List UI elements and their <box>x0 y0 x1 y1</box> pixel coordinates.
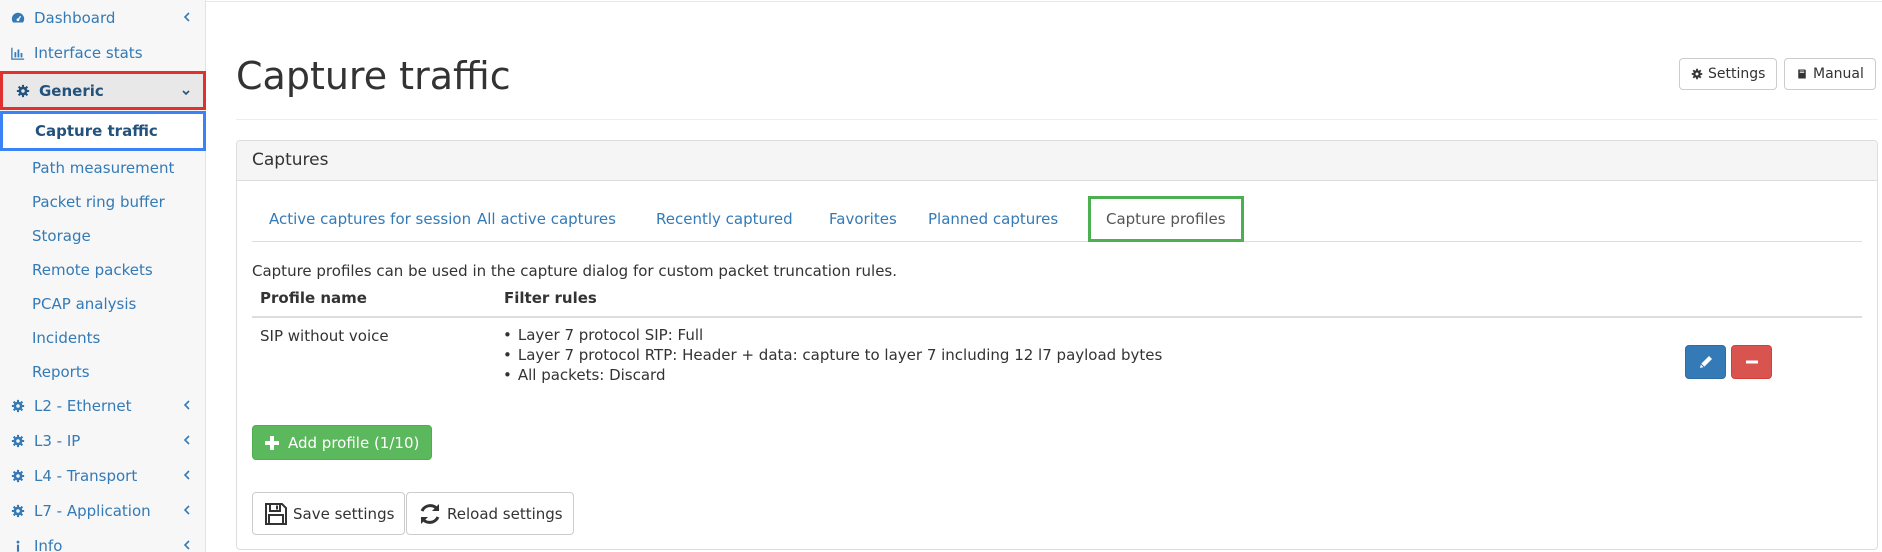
sidebar-item-info[interactable]: Info <box>0 528 206 552</box>
add-profile-label: Add profile (1/10) <box>288 433 420 452</box>
sidebar-subitem-label: Packet ring buffer <box>32 193 165 211</box>
tab-label: Favorites <box>829 209 897 228</box>
manual-button-label: Manual <box>1813 66 1864 82</box>
title-divider <box>236 119 1878 120</box>
sidebar-item-l2-ethernet[interactable]: L2 - Ethernet <box>0 388 206 423</box>
sidebar-item-dashboard[interactable]: Dashboard <box>0 0 206 35</box>
chevron-left-icon <box>183 435 190 445</box>
sidebar-subitem-label: Storage <box>32 227 91 245</box>
sidebar-item-label: Interface stats <box>34 43 143 62</box>
tab-label: Active captures for session <box>269 209 472 228</box>
settings-button-label: Settings <box>1708 66 1766 82</box>
sidebar-item-generic[interactable]: Generic <box>0 71 206 110</box>
sidebar-subitem-label: Capture traffic <box>35 122 158 140</box>
delete-profile-button[interactable] <box>1731 345 1772 379</box>
sidebar-subitem-pcap-analysis[interactable]: PCAP analysis <box>0 287 206 321</box>
tab-capture-profiles[interactable]: Capture profiles <box>1088 196 1244 242</box>
sidebar-item-label: L3 - IP <box>34 431 81 450</box>
book-icon <box>1798 69 1806 79</box>
capture-profiles-description: Capture profiles can be used in the capt… <box>252 262 898 280</box>
page-title: Capture traffic <box>236 54 511 98</box>
minus-icon <box>1745 360 1758 364</box>
gear-icon <box>10 398 26 414</box>
sidebar-item-label: Info <box>34 536 63 552</box>
edit-profile-button[interactable] <box>1685 345 1726 379</box>
chevron-left-icon <box>183 505 190 515</box>
sidebar-item-l7-application[interactable]: L7 - Application <box>0 493 206 528</box>
sidebar-item-l3-ip[interactable]: L3 - IP <box>0 423 206 458</box>
captures-panel: Captures Active captures for session All… <box>236 140 1878 550</box>
sidebar-item-label: L7 - Application <box>34 501 151 520</box>
bar-chart-icon <box>10 45 26 61</box>
sidebar-item-label: L4 - Transport <box>34 466 138 485</box>
reload-settings-button[interactable]: Reload settings <box>406 492 574 535</box>
sidebar-subitem-storage[interactable]: Storage <box>0 219 206 253</box>
settings-button[interactable]: Settings <box>1679 58 1778 90</box>
filter-rule: All packets: Discard <box>503 365 1162 385</box>
sidebar-subitem-reports[interactable]: Reports <box>0 355 206 389</box>
gear-icon <box>15 83 31 99</box>
filter-rule: Layer 7 protocol RTP: Header + data: cap… <box>503 345 1162 365</box>
filter-rules-list: Layer 7 protocol SIP: Full Layer 7 proto… <box>503 325 1162 385</box>
top-divider <box>206 1 1882 2</box>
filter-rule: Layer 7 protocol SIP: Full <box>503 325 1162 345</box>
manual-button[interactable]: Manual <box>1784 58 1876 90</box>
sidebar-subitem-incidents[interactable]: Incidents <box>0 321 206 355</box>
chevron-left-icon <box>183 12 190 22</box>
floppy-disk-icon <box>265 502 287 525</box>
sidebar-item-label: Generic <box>39 81 104 100</box>
save-settings-button[interactable]: Save settings <box>252 492 406 535</box>
sidebar-subitem-capture-traffic[interactable]: Capture traffic <box>0 111 206 151</box>
column-header-filter-rules: Filter rules <box>504 289 597 307</box>
sidebar-subitem-label: Path measurement <box>32 159 175 177</box>
pencil-icon <box>1699 356 1712 368</box>
reload-settings-label: Reload settings <box>447 504 563 523</box>
tab-active-captures-for-session[interactable]: Active captures for session <box>269 196 471 241</box>
sidebar-subitem-remote-packets[interactable]: Remote packets <box>0 253 206 287</box>
tab-label: Recently captured <box>656 209 793 228</box>
gear-icon <box>10 503 26 519</box>
gear-icon <box>10 433 26 449</box>
gear-icon <box>10 468 26 484</box>
sidebar: Dashboard Interface stats Generic Captur… <box>0 0 206 552</box>
sidebar-item-label: Dashboard <box>34 8 116 27</box>
sidebar-subitem-label: PCAP analysis <box>32 295 137 313</box>
captures-tabs: Active captures for session All active c… <box>252 196 1862 242</box>
info-icon <box>10 538 26 552</box>
dashboard-icon <box>10 10 26 26</box>
sidebar-subitem-label: Remote packets <box>32 261 153 279</box>
sidebar-subitem-packet-ring-buffer[interactable]: Packet ring buffer <box>0 185 206 219</box>
plus-icon <box>265 435 279 450</box>
tab-label: Planned captures <box>928 209 1059 228</box>
gear-icon <box>1691 68 1703 80</box>
panel-title: Captures <box>237 141 1877 181</box>
tab-all-active-captures[interactable]: All active captures <box>477 196 616 241</box>
add-profile-button[interactable]: Add profile (1/10) <box>252 425 433 460</box>
tab-recently-captured[interactable]: Recently captured <box>656 196 793 241</box>
save-settings-label: Save settings <box>293 504 395 523</box>
refresh-icon <box>420 503 440 524</box>
sidebar-subitem-path-measurement[interactable]: Path measurement <box>0 151 206 185</box>
sidebar-subitem-label: Incidents <box>32 329 101 347</box>
profile-name-cell: SIP without voice <box>260 327 389 345</box>
sidebar-item-label: L2 - Ethernet <box>34 396 132 415</box>
chevron-left-icon <box>183 400 190 410</box>
table-header-divider <box>252 316 1862 318</box>
sidebar-item-l4-transport[interactable]: L4 - Transport <box>0 458 206 493</box>
chevron-left-icon <box>183 470 190 480</box>
tab-label: Capture profiles <box>1106 210 1226 228</box>
sidebar-item-interface-stats[interactable]: Interface stats <box>0 35 206 70</box>
chevron-left-icon <box>183 540 190 550</box>
tab-favorites[interactable]: Favorites <box>829 196 897 241</box>
tab-label: All active captures <box>477 209 616 228</box>
column-header-profile-name: Profile name <box>260 289 367 307</box>
sidebar-subitem-label: Reports <box>32 363 90 381</box>
tab-planned-captures[interactable]: Planned captures <box>928 196 1058 241</box>
chevron-down-icon <box>182 90 190 96</box>
